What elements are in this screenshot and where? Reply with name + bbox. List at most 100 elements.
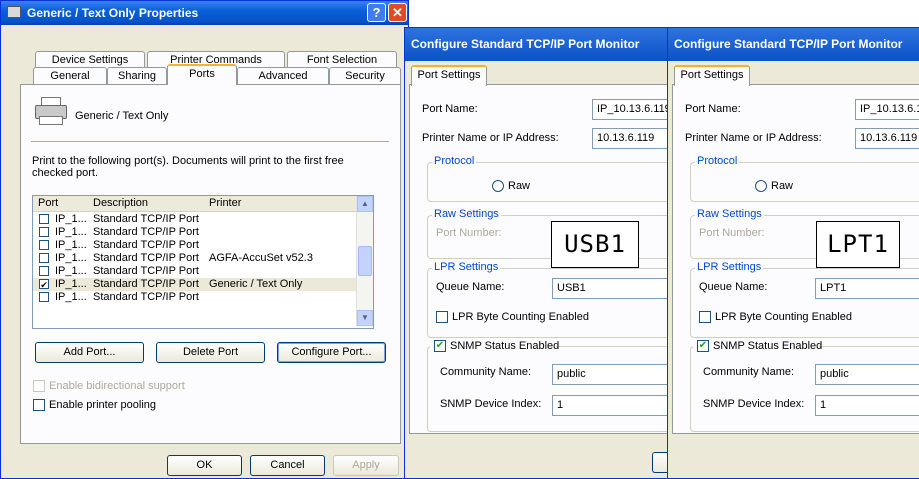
- port-name: IP_1...: [55, 213, 87, 225]
- port-printer: AGFA-AccuSet v52.3: [209, 252, 313, 264]
- column-port[interactable]: Port: [38, 197, 58, 209]
- lpr-byte-checkbox[interactable]: [436, 311, 448, 323]
- snmp-checkbox[interactable]: ✔: [434, 340, 446, 352]
- port-name-field[interactable]: IP_10.13.6.119: [592, 99, 675, 120]
- list-scrollbar[interactable]: ▲ ▼: [356, 196, 373, 326]
- raw-label: Raw: [771, 180, 794, 192]
- usb1-callout: USB1: [551, 221, 639, 268]
- column-printer[interactable]: Printer: [209, 197, 241, 209]
- properties-titlebar[interactable]: Generic / Text Only Properties ? ✕: [1, 1, 408, 25]
- queue-name-field[interactable]: LPT1: [815, 278, 919, 299]
- list-header: Port Description Printer: [33, 196, 356, 212]
- snmp-group: [427, 346, 677, 432]
- monitor-titlebar[interactable]: Configure Standard TCP/IP Port Monitor: [668, 28, 919, 61]
- apply-button[interactable]: Apply: [333, 455, 399, 476]
- port-checkbox[interactable]: [39, 292, 49, 302]
- lpr-byte-checkbox[interactable]: [699, 311, 711, 323]
- snmp-index-field[interactable]: 1: [552, 395, 675, 416]
- port-description: Standard TCP/IP Port: [93, 252, 199, 264]
- scroll-up-icon[interactable]: ▲: [357, 196, 373, 212]
- pooling-checkbox[interactable]: [33, 399, 45, 411]
- port-description: Standard TCP/IP Port: [93, 226, 199, 238]
- tab-advanced[interactable]: Advanced: [237, 67, 329, 85]
- raw-settings-legend: Raw Settings: [432, 208, 501, 220]
- protocol-group: [427, 162, 677, 202]
- port-row[interactable]: IP_1... Standard TCP/IP Port: [33, 239, 356, 252]
- printer-name-label: Generic / Text Only: [75, 110, 169, 122]
- tab-port-settings[interactable]: Port Settings: [411, 65, 487, 86]
- help-icon[interactable]: ?: [367, 3, 386, 22]
- port-checkbox[interactable]: [39, 253, 49, 263]
- community-field[interactable]: public: [815, 364, 919, 385]
- port-checkbox[interactable]: [39, 240, 49, 250]
- raw-settings-legend: Raw Settings: [695, 208, 764, 220]
- printer-ip-field[interactable]: 10.13.6.119: [592, 128, 675, 149]
- port-row[interactable]: IP_1... Standard TCP/IP Port: [33, 291, 356, 304]
- window-title: Generic / Text Only Properties: [27, 6, 199, 20]
- separator: [31, 141, 389, 143]
- port-name-label: Port Name:: [685, 103, 741, 115]
- printer-ip-label: Printer Name or IP Address:: [685, 132, 822, 144]
- delete-port-button[interactable]: Delete Port: [156, 342, 265, 363]
- snmp-index-field[interactable]: 1: [815, 395, 919, 416]
- configure-port-button[interactable]: Configure Port...: [277, 342, 386, 363]
- tab-sharing[interactable]: Sharing: [107, 67, 167, 85]
- lpr-settings-legend: LPR Settings: [695, 261, 764, 273]
- printer-properties-window: Generic / Text Only Properties ? ✕ Devic…: [0, 0, 409, 479]
- protocol-legend: Protocol: [695, 155, 740, 167]
- scroll-thumb[interactable]: [358, 246, 372, 276]
- community-field[interactable]: public: [552, 364, 675, 385]
- printer-ip-field[interactable]: 10.13.6.119: [855, 128, 919, 149]
- bidirectional-checkbox[interactable]: [33, 380, 45, 392]
- port-row[interactable]: IP_1... Standard TCP/IP Port: [33, 265, 356, 278]
- community-label: Community Name:: [440, 366, 532, 378]
- ports-tab-pane: Generic / Text Only Print to the followi…: [20, 84, 401, 444]
- protocol-legend: Protocol: [432, 155, 477, 167]
- tab-security[interactable]: Security: [329, 67, 401, 85]
- snmp-index-label: SNMP Device Index:: [703, 398, 805, 410]
- column-description[interactable]: Description: [93, 197, 148, 209]
- port-name: IP_1...: [55, 226, 87, 238]
- cancel-button[interactable]: Cancel: [250, 455, 325, 476]
- port-name-field[interactable]: IP_10.13.6.119: [855, 99, 919, 120]
- snmp-checkbox[interactable]: ✔: [697, 340, 709, 352]
- scroll-down-icon[interactable]: ▼: [357, 310, 373, 326]
- snmp-index-label: SNMP Device Index:: [440, 398, 542, 410]
- queue-name-label: Queue Name:: [699, 281, 768, 293]
- port-description: Standard TCP/IP Port: [93, 239, 199, 251]
- port-row[interactable]: IP_1... Standard TCP/IP Port: [33, 226, 356, 239]
- raw-radio[interactable]: [492, 180, 504, 192]
- port-monitor-window-right: Configure Standard TCP/IP Port Monitor P…: [667, 27, 919, 479]
- printer-icon: [7, 6, 21, 18]
- queue-name-field[interactable]: USB1: [552, 278, 675, 299]
- monitor-titlebar[interactable]: Configure Standard TCP/IP Port Monitor: [405, 28, 669, 61]
- lpr-settings-legend: LPR Settings: [432, 261, 501, 273]
- port-name: IP_1...: [55, 265, 87, 277]
- window-title: Configure Standard TCP/IP Port Monitor: [674, 37, 903, 51]
- window-title: Configure Standard TCP/IP Port Monitor: [411, 37, 640, 51]
- lpt1-callout: LPT1: [816, 221, 900, 268]
- bidirectional-label: Enable bidirectional support: [49, 380, 185, 392]
- port-row[interactable]: IP_1... Standard TCP/IP Port: [33, 213, 356, 226]
- snmp-group: [690, 346, 919, 432]
- port-checkbox[interactable]: [39, 266, 49, 276]
- tab-ports[interactable]: Ports: [167, 64, 237, 85]
- pooling-label: Enable printer pooling: [49, 399, 157, 411]
- port-row[interactable]: IP_1... Standard TCP/IP Port AGFA-AccuSe…: [33, 252, 356, 265]
- port-description: Standard TCP/IP Port: [93, 278, 199, 290]
- port-row-selected[interactable]: ✔ IP_1... Standard TCP/IP Port Generic /…: [33, 278, 356, 291]
- ports-list[interactable]: Port Description Printer IP_1... Standar…: [32, 195, 374, 329]
- raw-radio[interactable]: [755, 180, 767, 192]
- port-checkbox[interactable]: [39, 227, 49, 237]
- add-port-button[interactable]: Add Port...: [35, 342, 144, 363]
- port-checkbox[interactable]: [39, 214, 49, 224]
- tab-port-settings[interactable]: Port Settings: [674, 65, 750, 86]
- lpr-byte-label: LPR Byte Counting Enabled: [452, 311, 589, 323]
- port-checkbox[interactable]: ✔: [39, 279, 49, 290]
- tab-general[interactable]: General: [33, 67, 107, 85]
- printer-ip-label: Printer Name or IP Address:: [422, 132, 559, 144]
- close-icon[interactable]: ✕: [388, 3, 407, 22]
- port-description: Standard TCP/IP Port: [93, 213, 199, 225]
- port-number-label: Port Number:: [699, 227, 765, 239]
- ok-button[interactable]: OK: [167, 455, 242, 476]
